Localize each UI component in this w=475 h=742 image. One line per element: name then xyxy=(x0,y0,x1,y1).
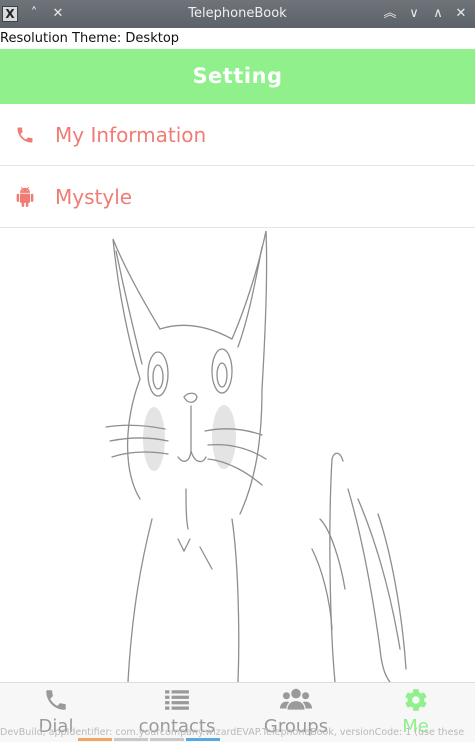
tab-me[interactable]: Me xyxy=(356,683,475,742)
tab-contacts[interactable]: contacts xyxy=(118,683,236,742)
menu-item-my-information[interactable]: My Information xyxy=(0,105,475,166)
tab-label: Me xyxy=(402,716,429,737)
tab-groups[interactable]: Groups xyxy=(236,683,356,742)
tab-label: contacts xyxy=(138,716,216,737)
shade-icon[interactable]: ︽ xyxy=(382,6,398,22)
window-title: TelephoneBook xyxy=(188,6,287,21)
tab-dial[interactable]: Dial xyxy=(0,683,112,742)
minimize-icon[interactable]: ∨ xyxy=(406,6,422,22)
keep-above-icon[interactable]: ˄ xyxy=(26,6,42,22)
menu-item-label: Mystyle xyxy=(55,185,133,209)
menu-item-label: My Information xyxy=(55,123,207,147)
group-icon xyxy=(280,688,312,710)
bottom-navigation: Dial contacts Groups Me xyxy=(0,682,475,742)
tab-label: Groups xyxy=(263,716,329,737)
close-window-icon[interactable]: ✕ xyxy=(453,6,469,22)
tab-label: Dial xyxy=(38,716,74,737)
menu-item-mystyle[interactable]: Mystyle xyxy=(0,167,475,228)
phone-icon xyxy=(46,690,66,710)
gear-icon xyxy=(404,689,427,711)
cat-sketch-image xyxy=(0,229,475,682)
app-icon[interactable]: X xyxy=(2,6,18,22)
android-icon xyxy=(16,187,34,207)
phone-icon xyxy=(17,127,33,143)
window-title-bar: X ˄ ✕ TelephoneBook ︽ ∨ ∧ ✕ xyxy=(0,0,475,28)
maximize-icon[interactable]: ∧ xyxy=(430,6,446,22)
resolution-label: Resolution Theme: Desktop xyxy=(0,31,180,46)
list-icon xyxy=(165,690,189,710)
page-title: Setting xyxy=(0,49,475,104)
close-icon[interactable]: ✕ xyxy=(50,6,66,22)
